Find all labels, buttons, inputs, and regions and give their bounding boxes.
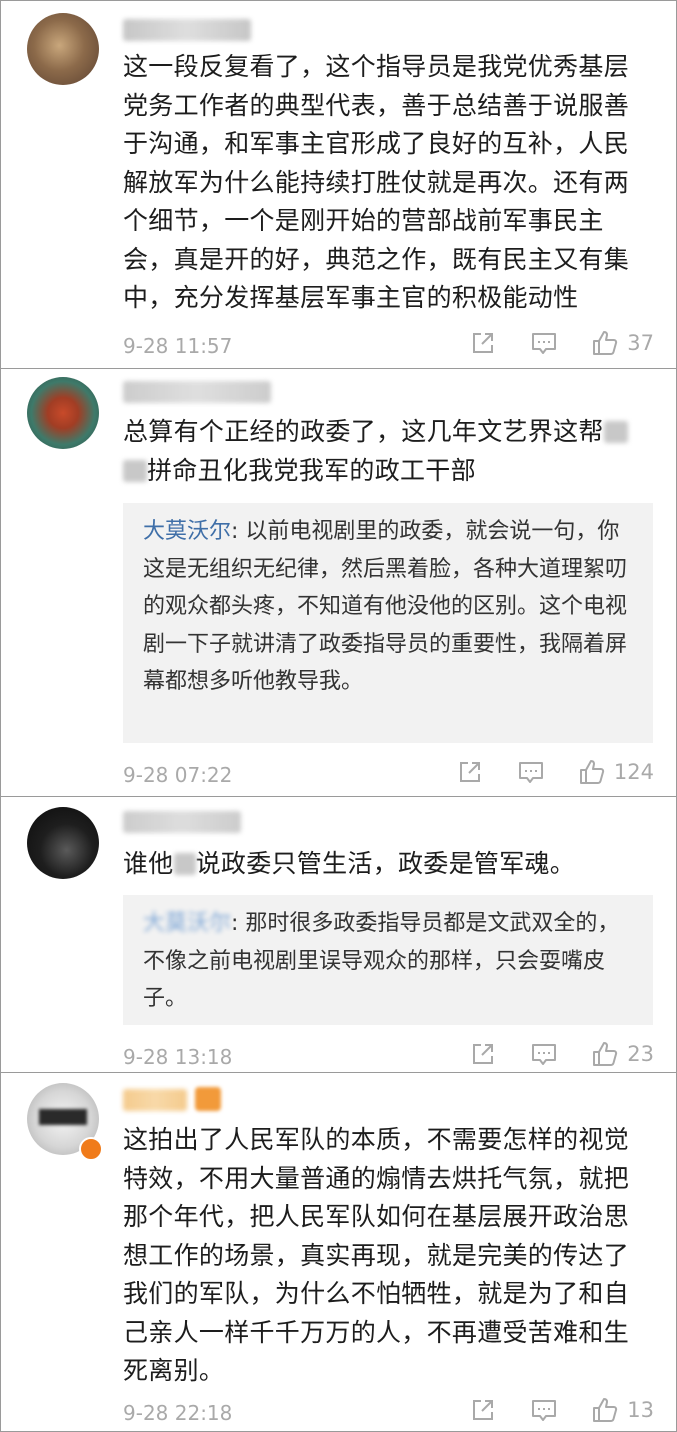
vip-badge-icon	[195, 1087, 221, 1111]
reply-username[interactable]: 大莫沃尔	[143, 911, 231, 936]
avatar[interactable]	[27, 13, 99, 85]
reply-username[interactable]: 大莫沃尔	[143, 519, 231, 544]
share-button[interactable]	[469, 329, 497, 357]
comment-text: 总算有个正经的政委了，这几年文艺界这帮 拼命丑化我党我军的政工干部	[123, 413, 653, 490]
comment-meta: 9-28 13:18 23	[123, 1040, 654, 1074]
comment-text: 谁他 说政委只管生活，政委是管军魂。	[123, 849, 576, 878]
reply-icon	[518, 762, 543, 783]
comment-list: 这一段反复看了，这个指导员是我党优秀基层党务工作者的典型代表，善于总结善于说服善…	[0, 0, 677, 1432]
like-count: 124	[613, 760, 654, 784]
share-button[interactable]	[469, 1396, 497, 1424]
reply-button[interactable]	[530, 1040, 558, 1068]
like-button[interactable]: 23	[591, 1040, 654, 1068]
reply-icon	[532, 1400, 557, 1421]
comment-item: 总算有个正经的政委了，这几年文艺界这帮 拼命丑化我党我军的政工干部 大莫沃尔: …	[1, 369, 676, 797]
like-count: 23	[627, 1042, 654, 1066]
reply-button[interactable]	[530, 329, 558, 357]
reply-icon	[532, 333, 557, 354]
comment-time: 9-28 11:57	[123, 334, 233, 358]
censored-text	[123, 459, 147, 482]
comment-text: 这拍出了人民军队的本质，不需要怎样的视觉特效，不用大量普通的煽情去烘托气氛，就把…	[123, 1125, 630, 1385]
share-icon	[459, 762, 480, 782]
comment-item: 这拍出了人民军队的本质，不需要怎样的视觉特效，不用大量普通的煽情去烘托气氛，就把…	[1, 1073, 676, 1431]
like-button[interactable]: 124	[578, 758, 654, 786]
thumbs-up-icon	[579, 760, 605, 784]
reply-quote[interactable]: 大莫沃尔: 那时很多政委指导员都是文武双全的，不像之前电视剧里误导观众的那样，只…	[123, 895, 653, 1025]
reply-icon	[532, 1044, 557, 1065]
reply-text: : 以前电视剧里的政委，就会说一句，你这是无组织无纪律，然后黑着脸，各种大道理絮…	[143, 519, 628, 694]
username-blurred[interactable]	[123, 811, 241, 833]
comment-item: 谁他 说政委只管生活，政委是管军魂。 大莫沃尔: 那时很多政委指导员都是文武双全的…	[1, 797, 676, 1073]
username-blurred[interactable]	[123, 381, 271, 403]
comment-text: 这一段反复看了，这个指导员是我党优秀基层党务工作者的典型代表，善于总结善于说服善…	[123, 52, 630, 312]
like-count: 37	[627, 331, 654, 355]
thumbs-up-icon	[593, 1398, 618, 1422]
avatar[interactable]	[27, 377, 99, 449]
share-button[interactable]	[469, 1040, 497, 1068]
share-icon	[473, 1400, 494, 1420]
reply-quote[interactable]: 大莫沃尔: 以前电视剧里的政委，就会说一句，你这是无组织无纪律，然后黑着脸，各种…	[123, 503, 653, 743]
like-button[interactable]: 37	[591, 329, 654, 357]
censored-text	[173, 853, 196, 875]
comment-item: 这一段反复看了，这个指导员是我党优秀基层党务工作者的典型代表，善于总结善于说服善…	[1, 1, 676, 369]
reply-button[interactable]	[517, 758, 545, 786]
thumbs-up-icon	[593, 331, 618, 355]
like-count: 13	[627, 1398, 654, 1422]
comment-meta: 9-28 07:22 124	[123, 758, 654, 792]
comment-time: 9-28 13:18	[123, 1045, 233, 1069]
comment-meta: 9-28 11:57 37	[123, 329, 654, 363]
comment-meta: 9-28 22:18 13	[123, 1396, 654, 1430]
comment-time: 9-28 22:18	[123, 1401, 233, 1425]
comment-time: 9-28 07:22	[123, 763, 233, 787]
username-blurred[interactable]	[123, 1089, 187, 1111]
username-blurred[interactable]	[123, 19, 251, 41]
reply-button[interactable]	[530, 1396, 558, 1424]
thumbs-up-icon	[593, 1042, 618, 1066]
avatar[interactable]	[27, 807, 99, 879]
share-icon	[473, 333, 494, 353]
verified-badge-icon	[79, 1137, 103, 1161]
share-button[interactable]	[456, 758, 484, 786]
censored-text	[603, 421, 628, 443]
share-icon	[473, 1044, 494, 1064]
like-button[interactable]: 13	[591, 1396, 654, 1424]
